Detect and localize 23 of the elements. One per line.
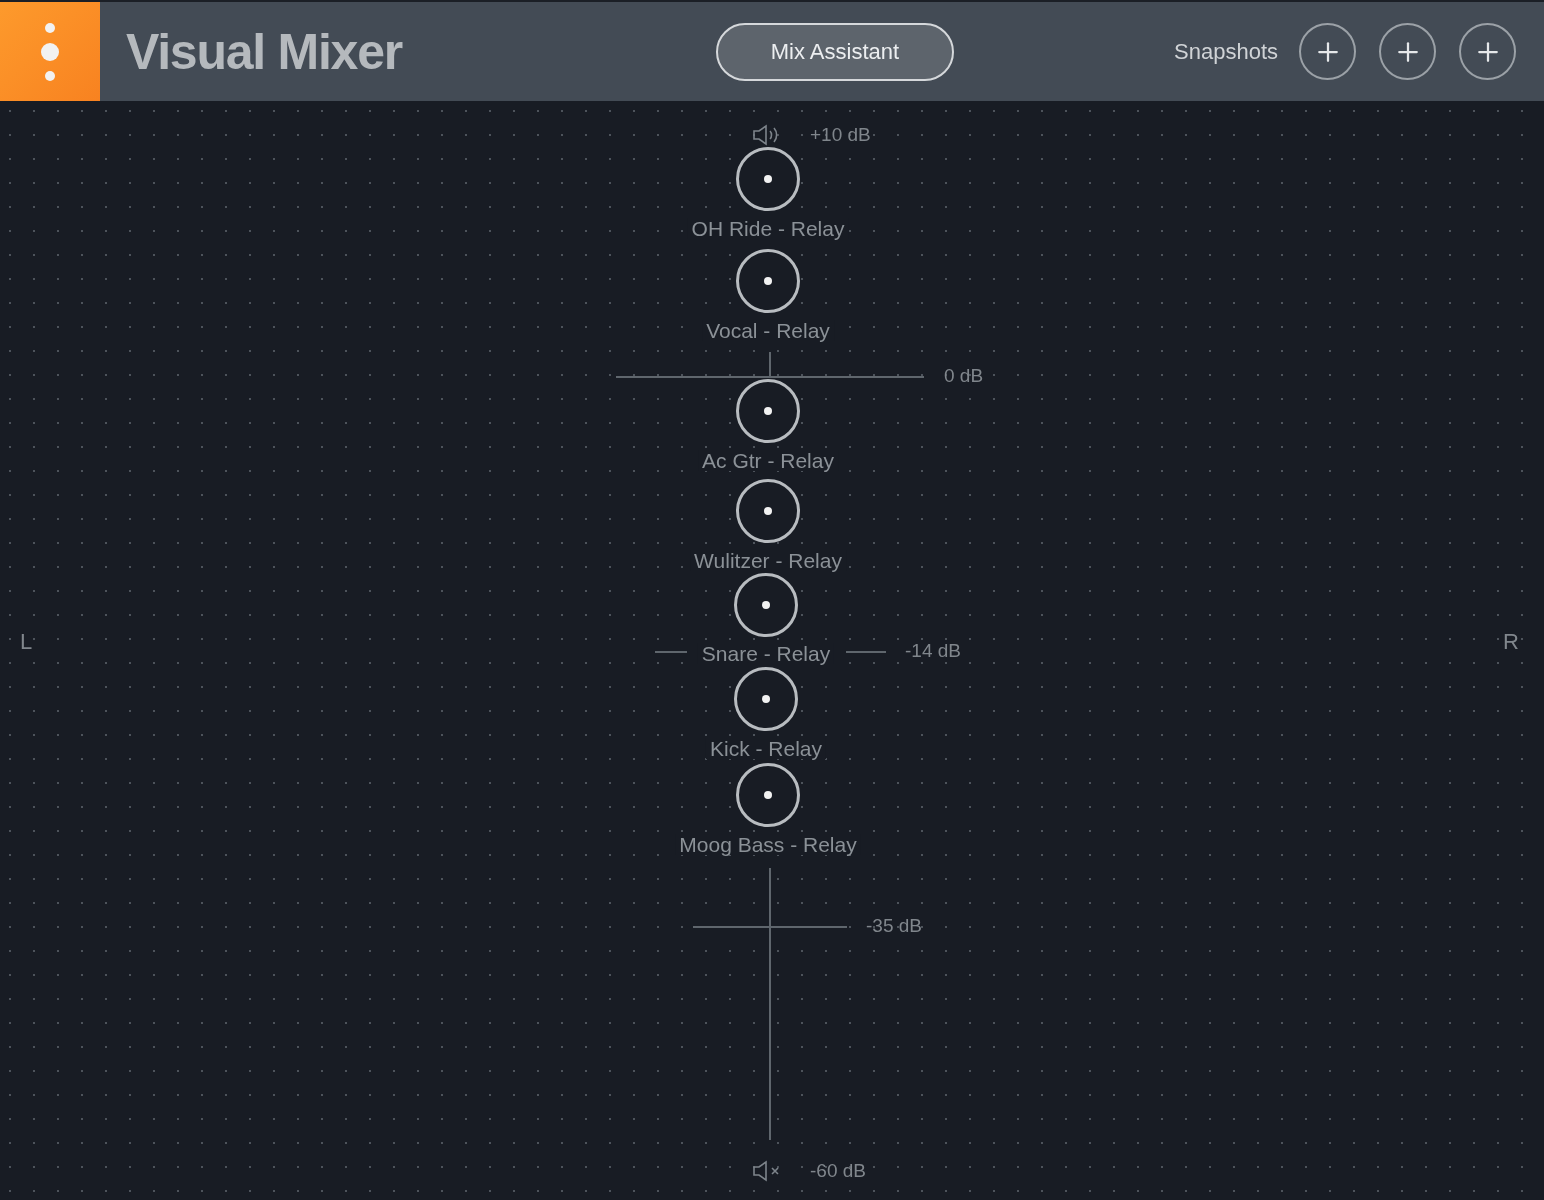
add-snapshot-button[interactable] xyxy=(1299,23,1356,80)
channel-node[interactable] xyxy=(736,147,800,211)
level-label: 0 dB xyxy=(944,366,984,385)
level-label: -60 dB xyxy=(810,1161,866,1180)
level-label: -35 dB xyxy=(866,916,922,935)
channel-node[interactable] xyxy=(736,379,800,443)
channel-node[interactable] xyxy=(736,249,800,313)
snapshots-label: Snapshots xyxy=(1174,38,1278,66)
pan-left-label: L xyxy=(20,631,33,653)
mix-assistant-button[interactable]: Mix Assistant xyxy=(715,22,954,81)
axis-tick xyxy=(655,651,687,653)
app-title: Visual Mixer xyxy=(126,26,402,77)
pan-right-label: R xyxy=(1503,631,1519,653)
level-label: -14 dB xyxy=(905,641,961,660)
add-snapshot-button[interactable] xyxy=(1459,23,1516,80)
channel-label: Kick - Relay xyxy=(706,738,826,759)
channel-node[interactable] xyxy=(734,573,798,637)
axis-tick xyxy=(769,352,771,376)
channel-node[interactable] xyxy=(736,479,800,543)
axis-tick xyxy=(846,651,886,653)
channel-node[interactable] xyxy=(734,667,798,731)
add-snapshot-button[interactable] xyxy=(1379,23,1436,80)
level-label: +10 dB xyxy=(810,125,871,144)
